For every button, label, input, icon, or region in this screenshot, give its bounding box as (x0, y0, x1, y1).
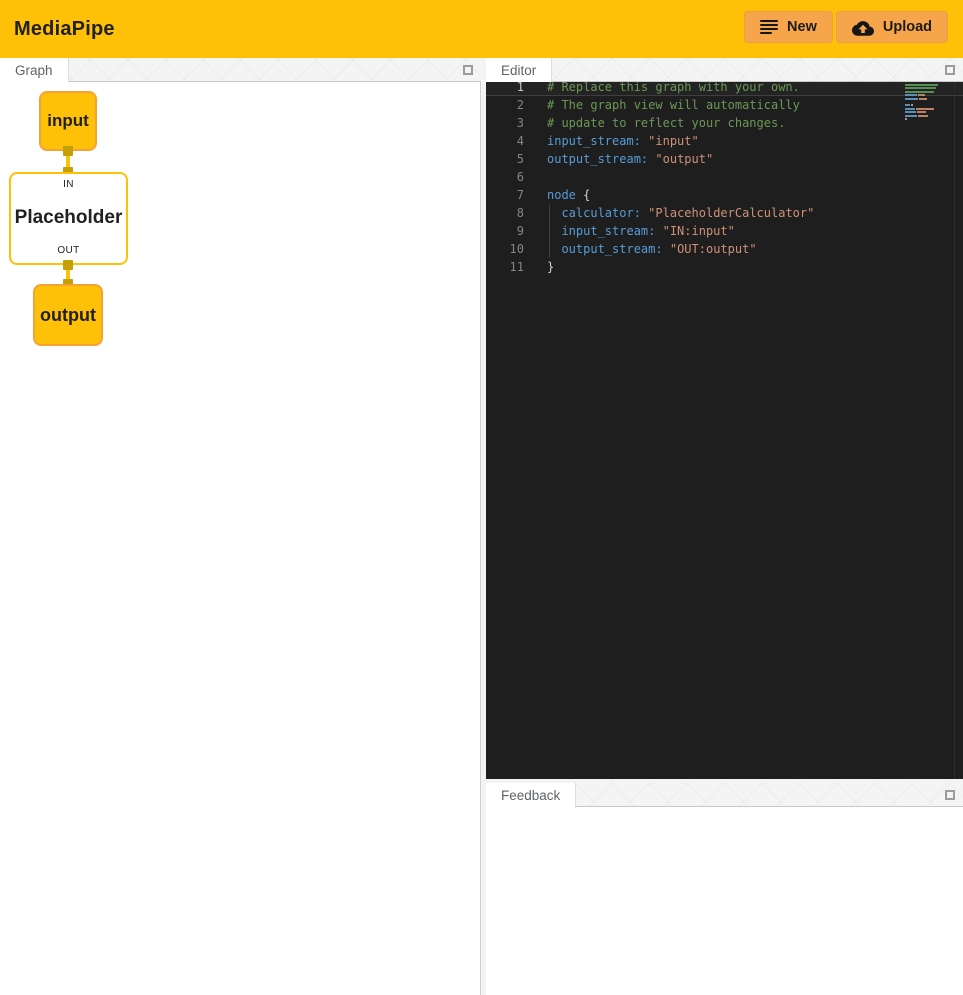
node-label: Placeholder (15, 207, 123, 229)
code-text: # The graph view will automatically (524, 96, 800, 114)
code-text: output_stream: "output" (524, 150, 713, 168)
code-text: } (524, 258, 554, 276)
line-number: 9 (486, 222, 524, 240)
code-line-8[interactable]: 8 calculator: "PlaceholderCalculator" (486, 204, 963, 222)
output-pin (63, 146, 73, 156)
line-number: 2 (486, 96, 524, 114)
graph-node-input[interactable]: input (39, 91, 97, 151)
feedback-tabbar: Feedback (486, 783, 963, 807)
line-number: 1 (486, 82, 524, 96)
maximize-icon[interactable] (463, 65, 473, 75)
code-text: output_stream: "OUT:output" (524, 240, 757, 258)
header-buttons: New Upload (744, 11, 948, 43)
new-button-label: New (787, 19, 817, 35)
minimap[interactable] (905, 84, 941, 121)
code-text: calculator: "PlaceholderCalculator" (524, 204, 814, 222)
graph-node-placeholder[interactable]: IN Placeholder OUT (9, 172, 128, 265)
code-line-11[interactable]: 11} (486, 258, 963, 276)
out-port-label: OUT (57, 245, 79, 256)
code-text: # update to reflect your changes. (524, 114, 785, 132)
node-label: input (47, 111, 89, 131)
line-number: 6 (486, 168, 524, 186)
editor-panel: Editor 1# Replace this graph with your o… (486, 58, 963, 779)
code-editor[interactable]: 1# Replace this graph with your own.2# T… (486, 82, 963, 779)
maximize-icon[interactable] (945, 65, 955, 75)
code-text (524, 168, 547, 186)
line-number: 8 (486, 204, 524, 222)
code-line-2[interactable]: 2# The graph view will automatically (486, 96, 963, 114)
line-number: 11 (486, 258, 524, 276)
code-text: input_stream: "IN:input" (524, 222, 735, 240)
code-text: input_stream: "input" (524, 132, 699, 150)
code-line-5[interactable]: 5output_stream: "output" (486, 150, 963, 168)
line-number: 10 (486, 240, 524, 258)
feedback-content (486, 807, 963, 995)
graph-node-output[interactable]: output (33, 284, 103, 346)
upload-button[interactable]: Upload (836, 11, 948, 43)
node-label: output (40, 305, 96, 326)
code-line-1[interactable]: 1# Replace this graph with your own. (486, 82, 963, 96)
cloud-upload-icon (852, 19, 874, 36)
feedback-panel: Feedback (486, 783, 963, 995)
code-text: node { (524, 186, 590, 204)
code-line-10[interactable]: 10 output_stream: "OUT:output" (486, 240, 963, 258)
upload-button-label: Upload (883, 19, 932, 35)
code-line-3[interactable]: 3# update to reflect your changes. (486, 114, 963, 132)
app-title: MediaPipe (14, 18, 115, 41)
code-line-6[interactable]: 6 (486, 168, 963, 186)
line-number: 3 (486, 114, 524, 132)
tab-feedback[interactable]: Feedback (486, 783, 575, 808)
code-line-9[interactable]: 9 input_stream: "IN:input" (486, 222, 963, 240)
maximize-icon[interactable] (945, 790, 955, 800)
overview-ruler (954, 82, 955, 779)
editor-tabbar: Editor (486, 58, 963, 82)
graph-canvas[interactable]: input IN Placeholder OUT output (0, 82, 481, 995)
in-port-label: IN (63, 179, 74, 190)
new-button[interactable]: New (744, 11, 833, 43)
line-number: 7 (486, 186, 524, 204)
output-pin (63, 260, 73, 270)
line-number: 5 (486, 150, 524, 168)
graph-panel: Graph input IN Placeholder OUT output (0, 58, 481, 995)
code-line-7[interactable]: 7node { (486, 186, 963, 204)
tab-editor[interactable]: Editor (486, 58, 551, 83)
line-number: 4 (486, 132, 524, 150)
list-icon (760, 20, 778, 34)
code-line-4[interactable]: 4input_stream: "input" (486, 132, 963, 150)
graph-tabbar: Graph (0, 58, 481, 82)
tab-graph[interactable]: Graph (0, 58, 68, 83)
code-lines: 1# Replace this graph with your own.2# T… (486, 82, 963, 276)
app-header: MediaPipe New Upload (0, 0, 963, 58)
code-text: # Replace this graph with your own. (524, 82, 800, 96)
